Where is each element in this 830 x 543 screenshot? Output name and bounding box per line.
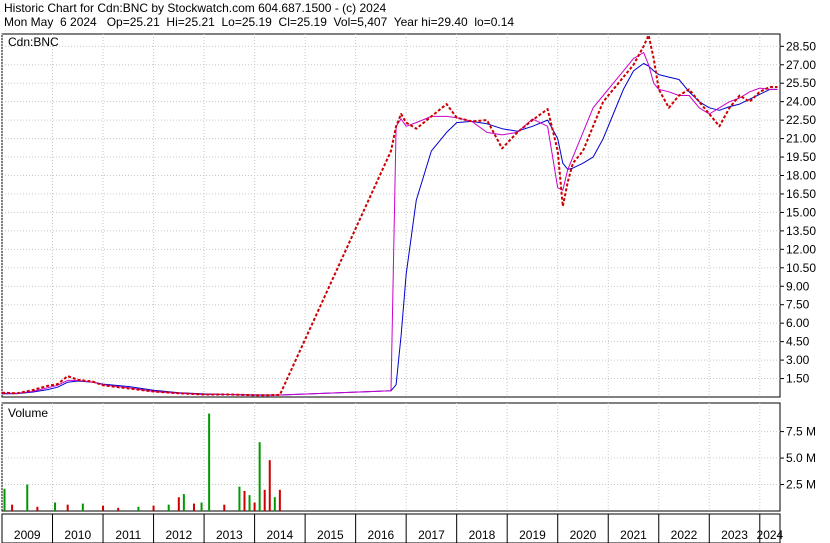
volume-tick-label: 7.5 M	[786, 425, 816, 439]
price-tick-label: 24.00	[786, 95, 816, 109]
year-label: 2017	[418, 528, 445, 542]
volume-tick-label: 2.5 M	[786, 478, 816, 492]
year-label: 2016	[368, 528, 395, 542]
volume-bar	[36, 506, 39, 511]
volume-bar	[177, 497, 180, 511]
volume-bar	[248, 495, 251, 511]
volume-tick-label: 5.0 M	[786, 451, 816, 465]
historic-chart: 28.50 27.00 25.50 24.00 22.50 21.00 19.50 18.00…	[1, 33, 816, 543]
price-tick-label: 25.50	[786, 76, 816, 90]
price-tick-label: 13.50	[786, 224, 816, 238]
price-tick-label: 9.00	[786, 279, 810, 293]
price-tick-label: 21.00	[786, 132, 816, 146]
volume-bar	[54, 502, 57, 511]
price-tick-label: 19.50	[786, 150, 816, 164]
year-label: 2018	[469, 528, 496, 542]
volume-bar	[268, 460, 271, 511]
price-tick-label: 15.00	[786, 205, 816, 219]
price-tick-label: 12.00	[786, 242, 816, 256]
volume-bar	[223, 504, 226, 511]
year-label: 2011	[115, 528, 141, 542]
year-label: 2010	[64, 528, 91, 542]
volume-bar	[66, 504, 69, 511]
volume-bar	[152, 505, 155, 511]
price-tick-label: 4.50	[786, 335, 810, 349]
volume-bar	[26, 484, 29, 511]
volume-bar	[238, 486, 241, 511]
price-tick-label: 3.00	[786, 353, 810, 367]
year-label: 2012	[165, 528, 192, 542]
volume-bar	[253, 502, 256, 511]
year-label: 2022	[671, 528, 698, 542]
year-label: 2023	[721, 528, 748, 542]
year-label: 2014	[267, 528, 294, 542]
volume-panel-frame	[1, 402, 781, 512]
price-axis-labels: 28.50 27.00 25.50 24.00 22.50 21.00 19.50 18.00…	[786, 39, 816, 385]
volume-bar	[167, 504, 170, 511]
volume-bar	[278, 489, 281, 511]
volume-bar	[258, 442, 261, 511]
price-panel-frame	[1, 33, 781, 398]
year-label: 2015	[317, 528, 344, 542]
volume-bar	[137, 506, 140, 511]
volume-bar	[11, 504, 14, 511]
volume-bar	[208, 413, 211, 511]
price-chart-title: Cdn:BNC	[8, 35, 59, 49]
year-label: 2019	[519, 528, 546, 542]
volume-bar	[117, 507, 120, 511]
price-tick-label: 27.00	[786, 58, 816, 72]
price-tick-label: 7.50	[786, 298, 810, 312]
year-label: 2020	[570, 528, 597, 542]
volume-bar	[243, 490, 246, 511]
price-tick-label: 22.50	[786, 113, 816, 127]
volume-bar	[192, 503, 195, 511]
price-tick-label: 18.00	[786, 169, 816, 183]
volume-bar	[182, 494, 185, 511]
volume-bar	[263, 489, 266, 511]
volume-axis-labels: 7.5 M 5.0 M 2.5 M	[786, 425, 816, 492]
volume-bar	[102, 505, 105, 511]
price-tick-label: 6.00	[786, 316, 810, 330]
volume-bar	[273, 497, 276, 511]
volume-bar	[81, 503, 84, 511]
price-tick-label: 10.50	[786, 261, 816, 275]
year-label: 2013	[216, 528, 243, 542]
volume-bar	[200, 502, 203, 511]
year-label: 2021	[620, 528, 647, 542]
price-tick-label: 16.50	[786, 187, 816, 201]
price-tick-label: 1.50	[786, 372, 810, 386]
year-label: 2024	[757, 528, 784, 542]
volume-bar	[3, 488, 6, 511]
year-label: 2009	[14, 528, 41, 542]
price-tick-label: 28.50	[786, 39, 816, 53]
volume-chart-title: Volume	[8, 406, 48, 420]
